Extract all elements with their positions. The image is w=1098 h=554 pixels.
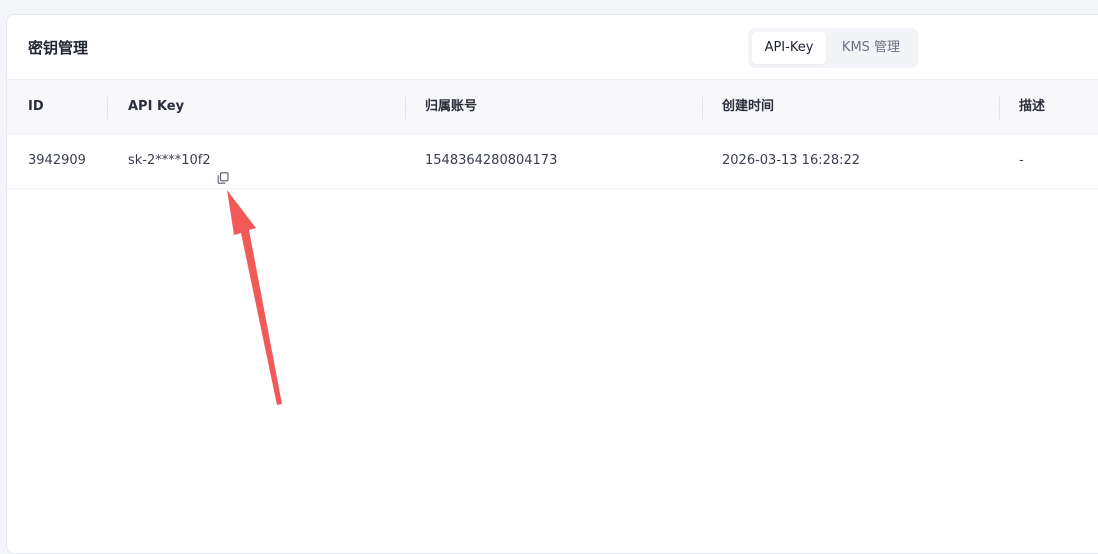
cell-account: 1548364280804173 xyxy=(425,153,558,168)
cell-created-at: 2026-03-13 16:28:22 xyxy=(722,153,861,168)
tab-switcher: API-Key KMS 管理 xyxy=(748,28,918,68)
key-management-card: 密钥管理 API-Key KMS 管理 ID API Key 归属账号 创建时间… xyxy=(6,14,1098,554)
column-header-id: ID xyxy=(28,99,44,114)
card-header: 密钥管理 API-Key KMS 管理 xyxy=(7,15,1098,79)
table-header: ID API Key 归属账号 创建时间 描述 xyxy=(7,79,1098,134)
api-key-value: sk-2****10f2 xyxy=(128,153,211,168)
table-row: 3942909 sk-2****10f2 1548364280804173 20… xyxy=(7,134,1098,189)
column-divider xyxy=(405,97,406,119)
column-header-description: 描述 xyxy=(1019,99,1046,114)
column-divider xyxy=(999,97,1000,119)
page-title: 密钥管理 xyxy=(28,39,89,57)
column-divider xyxy=(107,97,108,119)
copy-icon[interactable] xyxy=(217,154,229,184)
column-divider xyxy=(702,97,703,119)
cell-api-key: sk-2****10f2 xyxy=(128,134,229,188)
cell-description: - xyxy=(1019,153,1024,168)
tab-api-key[interactable]: API-Key xyxy=(752,32,826,64)
column-header-api-key: API Key xyxy=(128,99,185,114)
column-header-account: 归属账号 xyxy=(425,99,478,114)
cell-id: 3942909 xyxy=(28,153,86,168)
column-header-created: 创建时间 xyxy=(722,99,775,114)
tab-kms[interactable]: KMS 管理 xyxy=(828,32,914,64)
